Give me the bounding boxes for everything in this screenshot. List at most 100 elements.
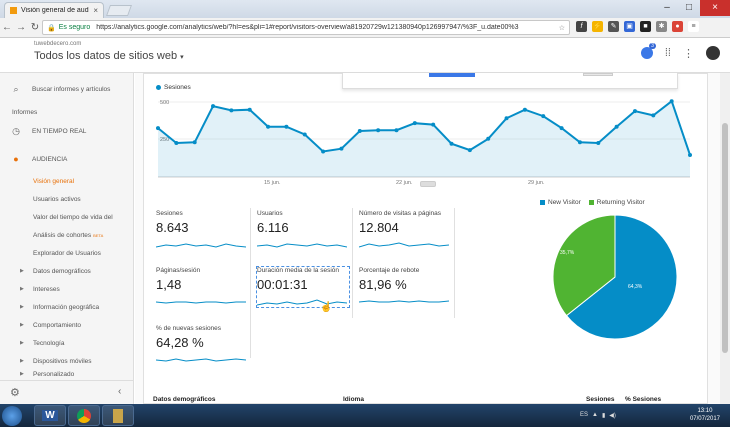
address-bar[interactable]: 🔒 Es seguro https://analytics.google.com… — [42, 20, 570, 35]
data-point[interactable] — [431, 122, 436, 127]
function-extension-icon[interactable]: f — [576, 21, 587, 32]
data-point[interactable] — [302, 132, 307, 137]
sidebar-item-active-users[interactable]: Usuarios activos — [0, 191, 133, 207]
y-tick-label: 500 — [160, 100, 169, 106]
tray-language-icon[interactable]: ES — [580, 412, 588, 419]
sidebar-group-custom[interactable]: ▶ Personalizado — [0, 369, 133, 379]
tray-arrow-icon[interactable]: ▲ — [592, 412, 598, 419]
window-close-button[interactable]: × — [700, 0, 730, 16]
sidebar-group-interests[interactable]: ▶ Intereses — [0, 281, 133, 297]
notifications-icon[interactable]: 3 — [640, 43, 656, 59]
sidebar-group-mobile[interactable]: ▶ Dispositivos móviles — [0, 353, 133, 369]
data-point[interactable] — [339, 146, 344, 151]
avatar[interactable] — [706, 46, 720, 60]
metric-sessions[interactable]: Sesiones 8.643 — [156, 210, 248, 250]
data-point[interactable] — [651, 113, 656, 118]
forward-icon[interactable]: → — [14, 22, 28, 33]
bolt-extension-icon[interactable]: ⚡ — [592, 21, 603, 32]
search-input[interactable]: Buscar informes y artículos — [32, 86, 110, 93]
metric-avg-session-duration[interactable]: Duración media de la sesión 00:01:31 — [256, 266, 350, 308]
data-point[interactable] — [211, 104, 216, 109]
chrome-menu-icon[interactable]: ≡ — [688, 21, 699, 32]
back-icon[interactable]: ← — [0, 22, 14, 33]
data-point[interactable] — [541, 114, 546, 119]
app-taskbar-icon[interactable] — [102, 405, 134, 426]
data-point[interactable] — [614, 124, 619, 129]
close-tab-icon[interactable]: × — [93, 6, 98, 15]
data-point[interactable] — [449, 141, 454, 146]
sidebar-item-lifetime-value[interactable]: Valor del tiempo de vida del — [0, 209, 133, 225]
browser-tab[interactable]: Visión general de audien × — [4, 2, 104, 18]
legend-label: New Visitor — [548, 199, 581, 206]
sidebar-group-behavior[interactable]: ▶ Comportamiento — [0, 317, 133, 333]
bookmark-star-icon[interactable]: ☆ — [555, 24, 569, 32]
date-picker-overlay[interactable] — [342, 73, 678, 89]
data-point[interactable] — [247, 107, 252, 112]
data-point[interactable] — [376, 128, 381, 133]
sidebar-search[interactable]: ⌕ Buscar informes y artículos — [0, 81, 133, 97]
sidebar-item-realtime[interactable]: ◷ EN TIEMPO REAL — [0, 123, 133, 139]
minimize-button[interactable]: – — [656, 0, 678, 16]
word-taskbar-icon[interactable]: W — [34, 405, 66, 426]
scrollbar[interactable] — [720, 73, 730, 404]
beta-badge: BETA — [93, 232, 104, 238]
data-point[interactable] — [467, 148, 472, 153]
browser-toolbar: ← → ↻ 🔒 Es seguro https://analytics.goog… — [0, 18, 730, 38]
sidebar-group-geo[interactable]: ▶ Información geográfica — [0, 299, 133, 315]
metric-users[interactable]: Usuarios 6.116 — [257, 210, 349, 250]
sidebar-item-overview[interactable]: Visión general — [0, 173, 133, 189]
data-point[interactable] — [412, 121, 417, 126]
data-point[interactable] — [559, 126, 564, 131]
data-point[interactable] — [632, 109, 637, 114]
sidebar-item-audience[interactable]: ● AUDIENCIA — [0, 151, 133, 167]
data-point[interactable] — [522, 107, 527, 112]
reload-icon[interactable]: ↻ — [28, 22, 42, 33]
volume-icon[interactable]: ◀) — [609, 412, 616, 419]
scrollbar-thumb[interactable] — [722, 123, 728, 353]
data-point[interactable] — [596, 141, 601, 145]
dark-extension-icon[interactable]: ■ — [640, 21, 651, 32]
gear-icon[interactable]: ⚙ — [10, 386, 20, 399]
network-icon[interactable]: ▮ — [602, 412, 605, 419]
data-point[interactable] — [688, 153, 692, 158]
data-point[interactable] — [321, 149, 326, 154]
data-point[interactable] — [284, 124, 289, 129]
sidebar-group-demographics[interactable]: ▶ Datos demográficos — [0, 263, 133, 279]
cohort-label: Análisis de cohortes — [33, 231, 92, 239]
collapse-sidebar-icon[interactable]: ‹ — [118, 386, 121, 397]
data-point[interactable] — [229, 108, 234, 113]
clock[interactable]: 13:10 07/07/2017 — [690, 407, 720, 423]
more-options-icon[interactable]: ⋮ — [683, 47, 694, 60]
chrome-taskbar-icon[interactable] — [68, 405, 100, 426]
chart-resize-handle[interactable] — [420, 181, 436, 187]
screen-extension-icon[interactable]: ▣ — [624, 21, 635, 32]
date-apply-button[interactable] — [583, 73, 613, 76]
metric-pages-per-session[interactable]: Páginas/sesión 1,48 — [156, 267, 248, 307]
metric-new-sessions[interactable]: % de nuevas sesiones 64,28 % — [156, 325, 248, 365]
property-selector[interactable]: Todos los datos de sitios web ▾ — [34, 50, 184, 62]
metric-pageviews[interactable]: Número de visitas a páginas 12.804 — [359, 210, 451, 250]
data-point[interactable] — [357, 128, 362, 133]
data-point[interactable] — [577, 140, 582, 145]
metric-bounce-rate[interactable]: Porcentaje de rebote 81,96 % — [359, 267, 451, 307]
apps-grid-icon[interactable]: ⁞⁞ — [665, 47, 671, 59]
data-point[interactable] — [174, 141, 179, 145]
data-point[interactable] — [486, 136, 491, 141]
new-tab-button[interactable] — [105, 5, 133, 16]
maximize-button[interactable]: □ — [678, 0, 700, 16]
sidebar-item-cohort[interactable]: Análisis de cohortes BETA — [0, 227, 133, 243]
data-point[interactable] — [394, 128, 399, 133]
red-extension-icon[interactable]: ● — [672, 21, 683, 32]
metric-value: 1,48 — [156, 277, 182, 292]
sidebar-item-user-explorer[interactable]: Explorador de Usuarios — [0, 245, 133, 261]
start-button[interactable] — [2, 406, 22, 426]
data-point[interactable] — [192, 140, 197, 145]
settings-extension-icon[interactable]: ✱ — [656, 21, 667, 32]
data-point[interactable] — [669, 99, 674, 104]
data-point[interactable] — [266, 124, 271, 129]
pen-extension-icon[interactable]: ✎ — [608, 21, 619, 32]
data-point[interactable] — [504, 116, 509, 121]
sidebar-group-technology[interactable]: ▶ Tecnología — [0, 335, 133, 351]
url-text[interactable]: https://analytics.google.com/analytics/w… — [96, 24, 554, 31]
data-point[interactable] — [156, 126, 160, 131]
